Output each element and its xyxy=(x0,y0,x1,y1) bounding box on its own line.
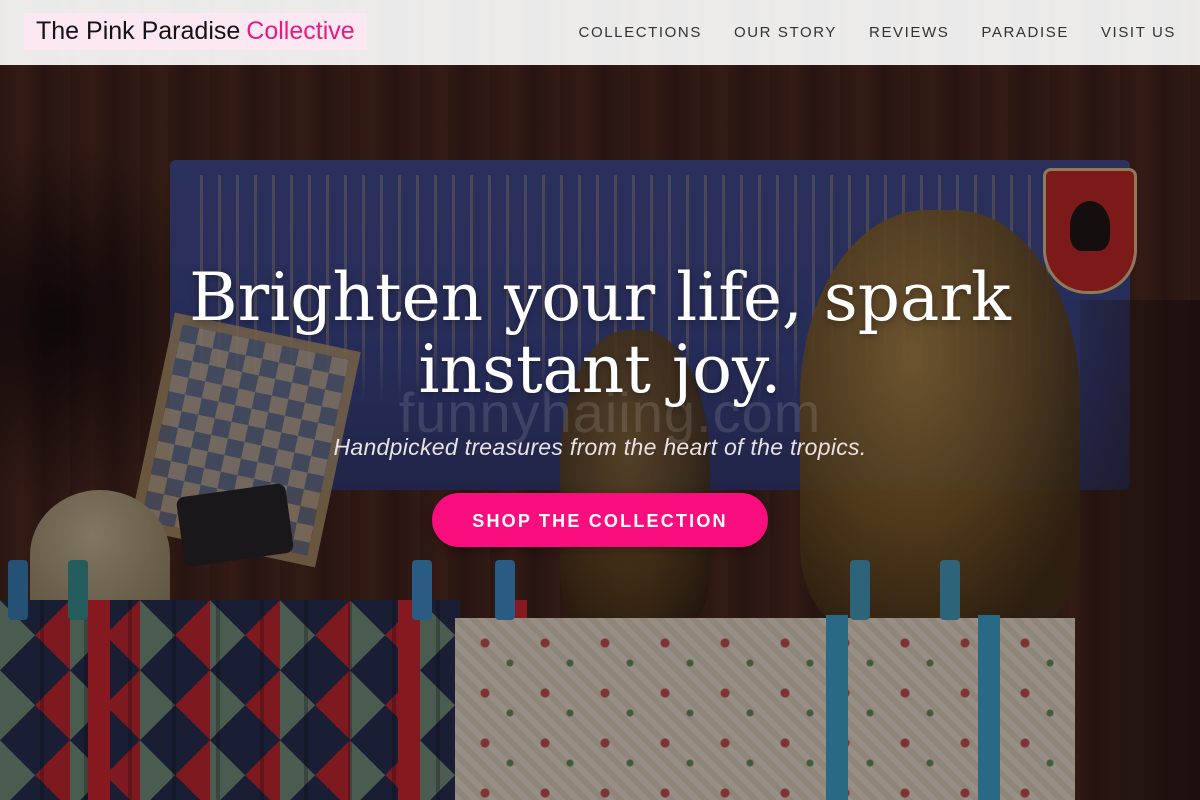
hero-headline: Brighten your life, spark instant joy. xyxy=(0,262,1200,406)
nav-our-story[interactable]: OUR STORY xyxy=(734,24,837,41)
top-navbar: The Pink Paradise Collective COLLECTIONS… xyxy=(0,0,1200,65)
hero-headline-line2: instant joy. xyxy=(418,331,782,408)
shop-collection-button[interactable]: SHOP THE COLLECTION xyxy=(432,493,768,547)
brand-name-accent: Collective xyxy=(246,17,355,45)
brand-name: The Pink Paradise xyxy=(36,17,241,45)
nav-paradise[interactable]: PARADISE xyxy=(981,24,1069,41)
hero-headline-line1: Brighten your life, spark xyxy=(189,259,1011,336)
nav-reviews[interactable]: REVIEWS xyxy=(869,24,949,41)
nav-visit-us[interactable]: VISIT US xyxy=(1101,24,1176,41)
hero-tagline: Handpicked treasures from the heart of t… xyxy=(333,434,867,460)
brand-logo[interactable]: The Pink Paradise Collective xyxy=(24,13,367,50)
main-nav: COLLECTIONS OUR STORY REVIEWS PARADISE V… xyxy=(579,0,1176,65)
hero-content: Brighten your life, spark instant joy. H… xyxy=(0,262,1200,547)
nav-collections[interactable]: COLLECTIONS xyxy=(579,24,702,41)
